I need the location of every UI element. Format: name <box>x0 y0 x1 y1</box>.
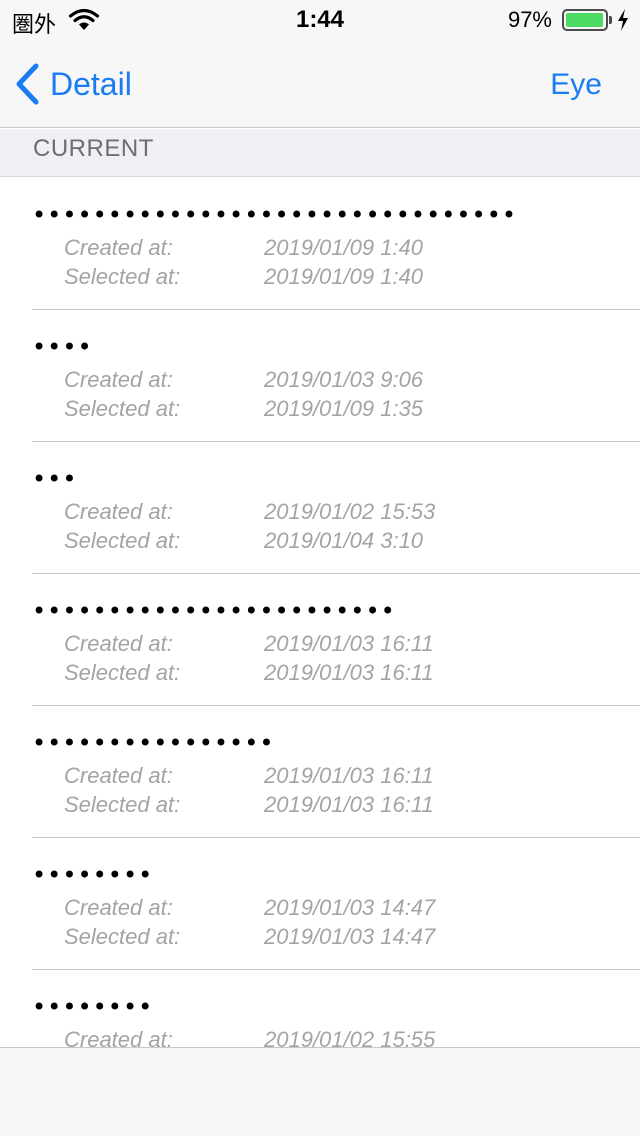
selected-value: 2019/01/03 16:11 <box>264 660 434 685</box>
created-label: Created at: <box>64 631 173 656</box>
created-label: Created at: <box>64 499 173 524</box>
created-row: Created at: 2019/01/09 1:40 <box>64 234 423 262</box>
selected-label: Selected at: <box>64 660 181 685</box>
eye-button[interactable]: Eye <box>550 68 602 102</box>
selected-value: 2019/01/03 14:47 <box>264 924 436 949</box>
history-list[interactable]: •••••••••••••••••••••••••••••••• Created… <box>0 178 640 1047</box>
selected-row: Selected at: 2019/01/03 16:11 <box>64 791 434 819</box>
selected-row: Selected at: 2019/01/03 16:11 <box>64 659 434 687</box>
section-title: CURRENT <box>33 135 154 162</box>
battery-icon <box>562 9 608 31</box>
list-item[interactable]: •••••••••••••••••••••••• Created at: 2019… <box>0 574 640 706</box>
chevron-left-icon <box>16 63 39 105</box>
battery-cap <box>609 16 612 24</box>
selected-value: 2019/01/04 3:10 <box>264 528 424 553</box>
list-item[interactable]: •••••••••••••••••••••••••••••••• Created… <box>0 178 640 310</box>
created-value: 2019/01/03 16:11 <box>264 631 434 656</box>
created-label: Created at: <box>64 1027 173 1047</box>
created-label: Created at: <box>64 763 173 788</box>
battery-percent: 97% <box>507 7 552 32</box>
created-value: 2019/01/03 9:06 <box>264 367 424 392</box>
selected-row: Selected at: 2019/01/03 14:47 <box>64 923 435 951</box>
masked-value: •••••••••••••••••••••••••••••••• <box>32 201 517 229</box>
selected-label: Selected at: <box>64 264 181 289</box>
back-label: Detail <box>50 65 132 102</box>
created-value: 2019/01/09 1:40 <box>264 235 424 260</box>
created-label: Created at: <box>64 235 173 260</box>
selected-value: 2019/01/09 1:40 <box>264 264 424 289</box>
created-value: 2019/01/03 14:47 <box>264 895 436 920</box>
screen: 圏外 1:44 97% Detail Eye CURRENT •••••••••… <box>0 0 640 1136</box>
created-row: Created at: 2019/01/03 16:11 <box>64 762 434 790</box>
created-row: Created at: 2019/01/03 14:47 <box>64 894 435 922</box>
selected-row: Selected at: 2019/01/04 3:10 <box>64 527 423 555</box>
back-button[interactable]: Detail <box>14 62 132 106</box>
created-label: Created at: <box>64 895 173 920</box>
created-value: 2019/01/03 16:11 <box>264 763 434 788</box>
created-row: Created at: 2019/01/02 15:53 <box>64 498 435 526</box>
selected-row: Selected at: 2019/01/09 1:40 <box>64 263 423 291</box>
created-value: 2019/01/02 15:53 <box>264 499 436 524</box>
list-item[interactable]: •••• Created at: 2019/01/03 9:06 Selected… <box>0 310 640 442</box>
selected-row: Selected at: 2019/01/09 1:35 <box>64 395 423 423</box>
created-label: Created at: <box>64 367 173 392</box>
created-value: 2019/01/02 15:55 <box>264 1027 436 1047</box>
status-bar: 圏外 1:44 97% <box>0 0 640 40</box>
battery-level <box>566 13 603 27</box>
masked-value: •••••••••••••••• <box>32 729 275 757</box>
list-item[interactable]: •••••••• Created at: 2019/01/03 14:47 Sel… <box>0 838 640 970</box>
selected-label: Selected at: <box>64 396 181 421</box>
list-item[interactable]: ••• Created at: 2019/01/02 15:53 Selected… <box>0 442 640 574</box>
section-header: CURRENT <box>0 129 640 177</box>
list-item[interactable]: •••••••••••••••• Created at: 2019/01/03 1… <box>0 706 640 838</box>
selected-label: Selected at: <box>64 792 181 817</box>
masked-value: •••••••• <box>32 861 154 889</box>
masked-value: ••• <box>32 465 78 493</box>
masked-value: •••• <box>32 333 93 361</box>
created-row: Created at: 2019/01/03 16:11 <box>64 630 434 658</box>
masked-value: •••••••••••••••••••••••• <box>32 597 396 625</box>
created-row: Created at: 2019/01/03 9:06 <box>64 366 423 394</box>
selected-value: 2019/01/09 1:35 <box>264 396 424 421</box>
list-item[interactable]: •••••••• Created at: 2019/01/02 15:55 <box>0 970 640 1047</box>
selected-label: Selected at: <box>64 528 181 553</box>
navigation-bar: Detail Eye <box>0 40 640 128</box>
selected-label: Selected at: <box>64 924 181 949</box>
masked-value: •••••••• <box>32 993 154 1021</box>
charging-bolt-icon <box>618 9 628 31</box>
bottom-toolbar <box>0 1047 640 1136</box>
selected-value: 2019/01/03 16:11 <box>264 792 434 817</box>
created-row: Created at: 2019/01/02 15:55 <box>64 1026 435 1047</box>
